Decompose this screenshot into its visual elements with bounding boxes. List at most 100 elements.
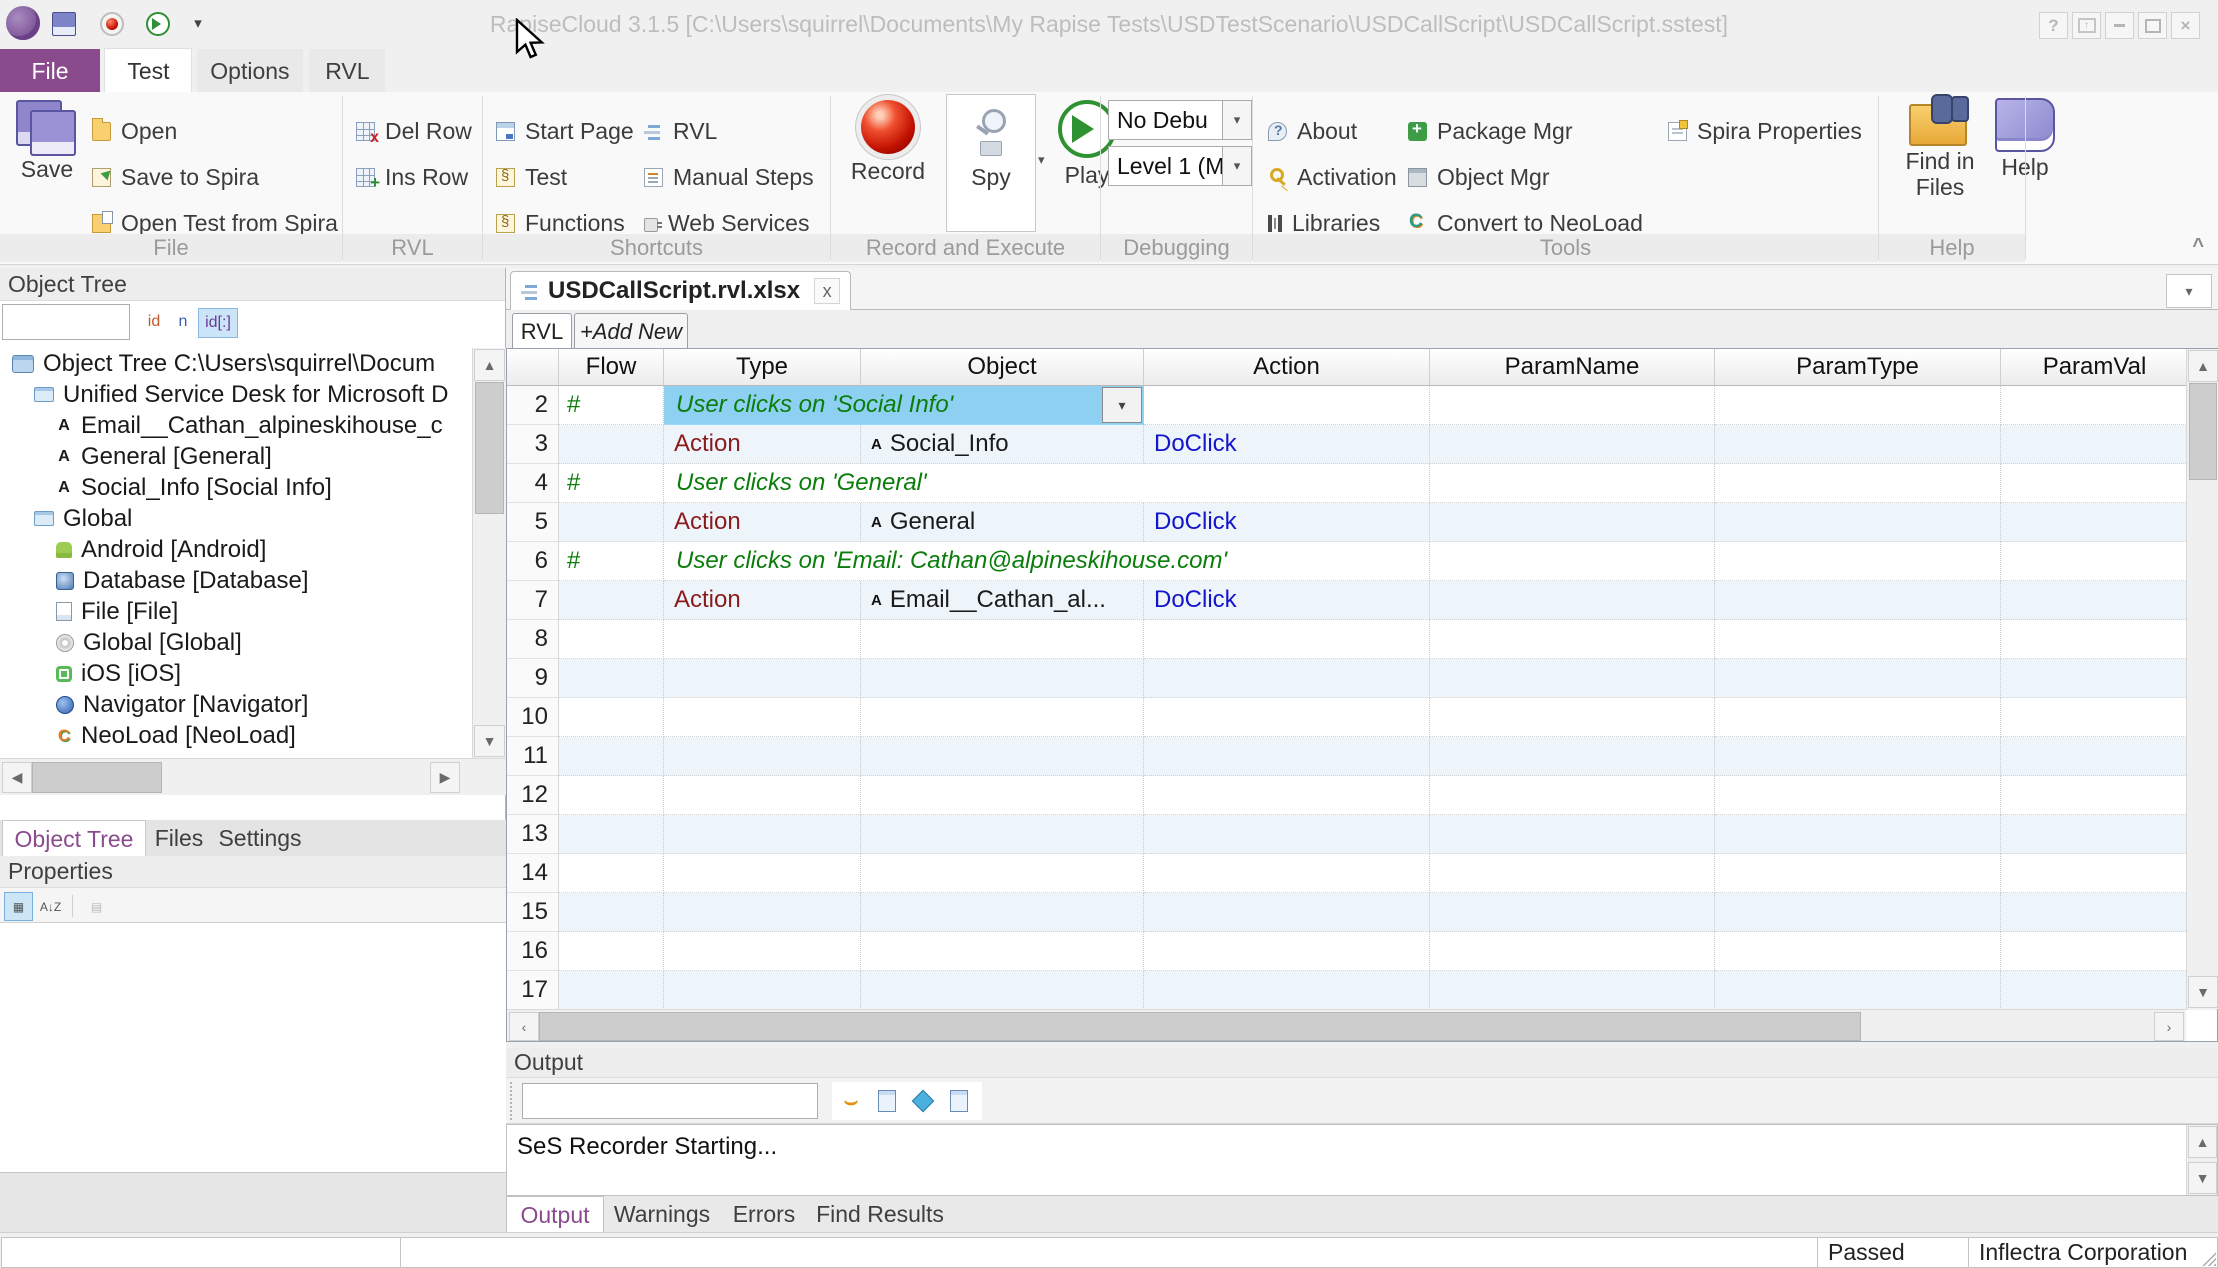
tree-item[interactable]: Database [Database]	[0, 565, 472, 596]
row-number[interactable]: 2	[507, 386, 559, 425]
grid-row[interactable]: 9	[507, 659, 2217, 698]
cell-flow[interactable]	[559, 698, 664, 737]
grid-vscroll-thumb[interactable]	[2189, 383, 2217, 480]
tree-item[interactable]: Unified Service Desk for Microsoft D	[0, 379, 472, 410]
grid-row[interactable]: 16	[507, 932, 2217, 971]
diamond-marker-icon[interactable]	[910, 1088, 936, 1114]
cell-paramval[interactable]	[2001, 815, 2188, 854]
cell-object[interactable]	[861, 932, 1144, 971]
cell-paramval[interactable]	[2001, 386, 2188, 425]
cell-flow[interactable]	[559, 425, 664, 464]
cell-paramtype[interactable]	[1715, 893, 2001, 932]
cell-paramtype[interactable]	[1715, 464, 2001, 503]
panel-tab-files[interactable]: Files	[150, 820, 208, 856]
cell-paramval[interactable]	[2001, 698, 2188, 737]
cell-type[interactable]	[664, 776, 861, 815]
grid-scroll-left-icon[interactable]: ‹	[509, 1012, 539, 1041]
quick-save-icon[interactable]	[52, 12, 76, 36]
cell-action[interactable]	[1144, 815, 1430, 854]
record-button[interactable]: Record	[838, 96, 938, 185]
cell-flow[interactable]	[559, 620, 664, 659]
cell-object[interactable]	[861, 659, 1144, 698]
cell-action[interactable]	[1144, 932, 1430, 971]
cell-paramname[interactable]	[1430, 425, 1715, 464]
cell-paramtype[interactable]	[1715, 659, 2001, 698]
cell-paramtype[interactable]	[1715, 698, 2001, 737]
output-scroll-up-icon[interactable]: ▲	[2188, 1126, 2217, 1158]
grid-header-object[interactable]: Object	[861, 349, 1144, 386]
cell-paramname[interactable]	[1430, 971, 1715, 1010]
cell-action[interactable]	[1144, 737, 1430, 776]
cell-paramval[interactable]	[2001, 425, 2188, 464]
tree-scroll-up-icon[interactable]: ▲	[474, 349, 505, 381]
cell-paramname[interactable]	[1430, 542, 1715, 581]
grid-row[interactable]: 5ActionAGeneralDoClick	[507, 503, 2217, 542]
cell-paramtype[interactable]	[1715, 932, 2001, 971]
grid-scroll-up-icon[interactable]: ▲	[2188, 350, 2218, 382]
cell-paramtype[interactable]	[1715, 503, 2001, 542]
panel-tab-object-tree[interactable]: Object Tree	[2, 820, 146, 857]
cell-object[interactable]	[861, 854, 1144, 893]
cell-object[interactable]	[861, 620, 1144, 659]
document-close-icon[interactable]: x	[814, 278, 840, 304]
cell-object[interactable]	[861, 776, 1144, 815]
cell-flow[interactable]	[559, 854, 664, 893]
maximize-button[interactable]	[2138, 12, 2167, 39]
tree-scroll-left-icon[interactable]: ◀	[2, 762, 32, 793]
resize-grip[interactable]	[2202, 1252, 2216, 1266]
output-vscrollbar[interactable]: ▲ ▼	[2186, 1125, 2217, 1195]
ribbon-collapse-icon[interactable]: ^	[2192, 235, 2204, 258]
cell-paramval[interactable]	[2001, 542, 2188, 581]
cell-paramtype[interactable]	[1715, 581, 2001, 620]
quick-record-icon[interactable]	[100, 12, 124, 36]
cell-action[interactable]	[1144, 386, 1430, 425]
cell-flow[interactable]	[559, 659, 664, 698]
cell-action[interactable]	[1144, 971, 1430, 1010]
cell-paramval[interactable]	[2001, 776, 2188, 815]
cell-paramtype[interactable]	[1715, 542, 2001, 581]
cell-object[interactable]: AGeneral	[861, 503, 1144, 542]
style-window-button[interactable]: ↑	[2072, 12, 2101, 39]
row-number[interactable]: 12	[507, 776, 559, 815]
output-tab-find-results[interactable]: Find Results	[810, 1196, 950, 1232]
cell-paramval[interactable]	[2001, 854, 2188, 893]
cell-action[interactable]	[1144, 620, 1430, 659]
cell-object[interactable]	[861, 893, 1144, 932]
row-number[interactable]: 9	[507, 659, 559, 698]
cell-paramval[interactable]	[2001, 971, 2188, 1010]
grid-row[interactable]: 13	[507, 815, 2217, 854]
cell-flow[interactable]	[559, 581, 664, 620]
grid-header-corner[interactable]	[507, 349, 559, 386]
cell-flow[interactable]	[559, 737, 664, 776]
row-number[interactable]: 6	[507, 542, 559, 581]
cell-paramname[interactable]	[1430, 776, 1715, 815]
cell-type[interactable]	[664, 815, 861, 854]
cell-object[interactable]: ASocial_Info	[861, 425, 1144, 464]
cell-type[interactable]	[664, 698, 861, 737]
row-number[interactable]: 15	[507, 893, 559, 932]
grid-row[interactable]: 2#User clicks on 'Social Info'▾	[507, 386, 2217, 425]
output-tab-output[interactable]: Output	[506, 1196, 604, 1233]
cell-paramtype[interactable]	[1715, 425, 2001, 464]
tree-item[interactable]: ASocial_Info [Social Info]	[0, 472, 472, 503]
cell-paramname[interactable]	[1430, 737, 1715, 776]
cell-flow[interactable]	[559, 503, 664, 542]
filter-id-bracket-button[interactable]: id[:]	[198, 308, 238, 338]
cell-paramname[interactable]	[1430, 698, 1715, 737]
document-tab[interactable]: USDCallScript.rvl.xlsx x	[510, 271, 851, 310]
app-logo-icon[interactable]	[6, 6, 40, 40]
output-tab-warnings[interactable]: Warnings	[606, 1196, 718, 1232]
save-to-spira-button[interactable]: Save to Spira	[92, 160, 259, 194]
cell-paramval[interactable]	[2001, 581, 2188, 620]
grid-row[interactable]: 4#User clicks on 'General'	[507, 464, 2217, 503]
cell-type[interactable]	[664, 659, 861, 698]
grid-row[interactable]: 7ActionAEmail__Cathan_al...DoClick	[507, 581, 2217, 620]
row-number[interactable]: 4	[507, 464, 559, 503]
rvl-shortcut-button[interactable]: RVL	[644, 114, 717, 148]
log-page2-icon[interactable]	[946, 1088, 972, 1114]
cell-paramval[interactable]	[2001, 893, 2188, 932]
quick-access-dropdown-icon[interactable]: ▾	[186, 12, 210, 36]
cell-paramname[interactable]	[1430, 815, 1715, 854]
output-filter-input[interactable]	[522, 1083, 818, 1119]
cell-type[interactable]	[664, 893, 861, 932]
